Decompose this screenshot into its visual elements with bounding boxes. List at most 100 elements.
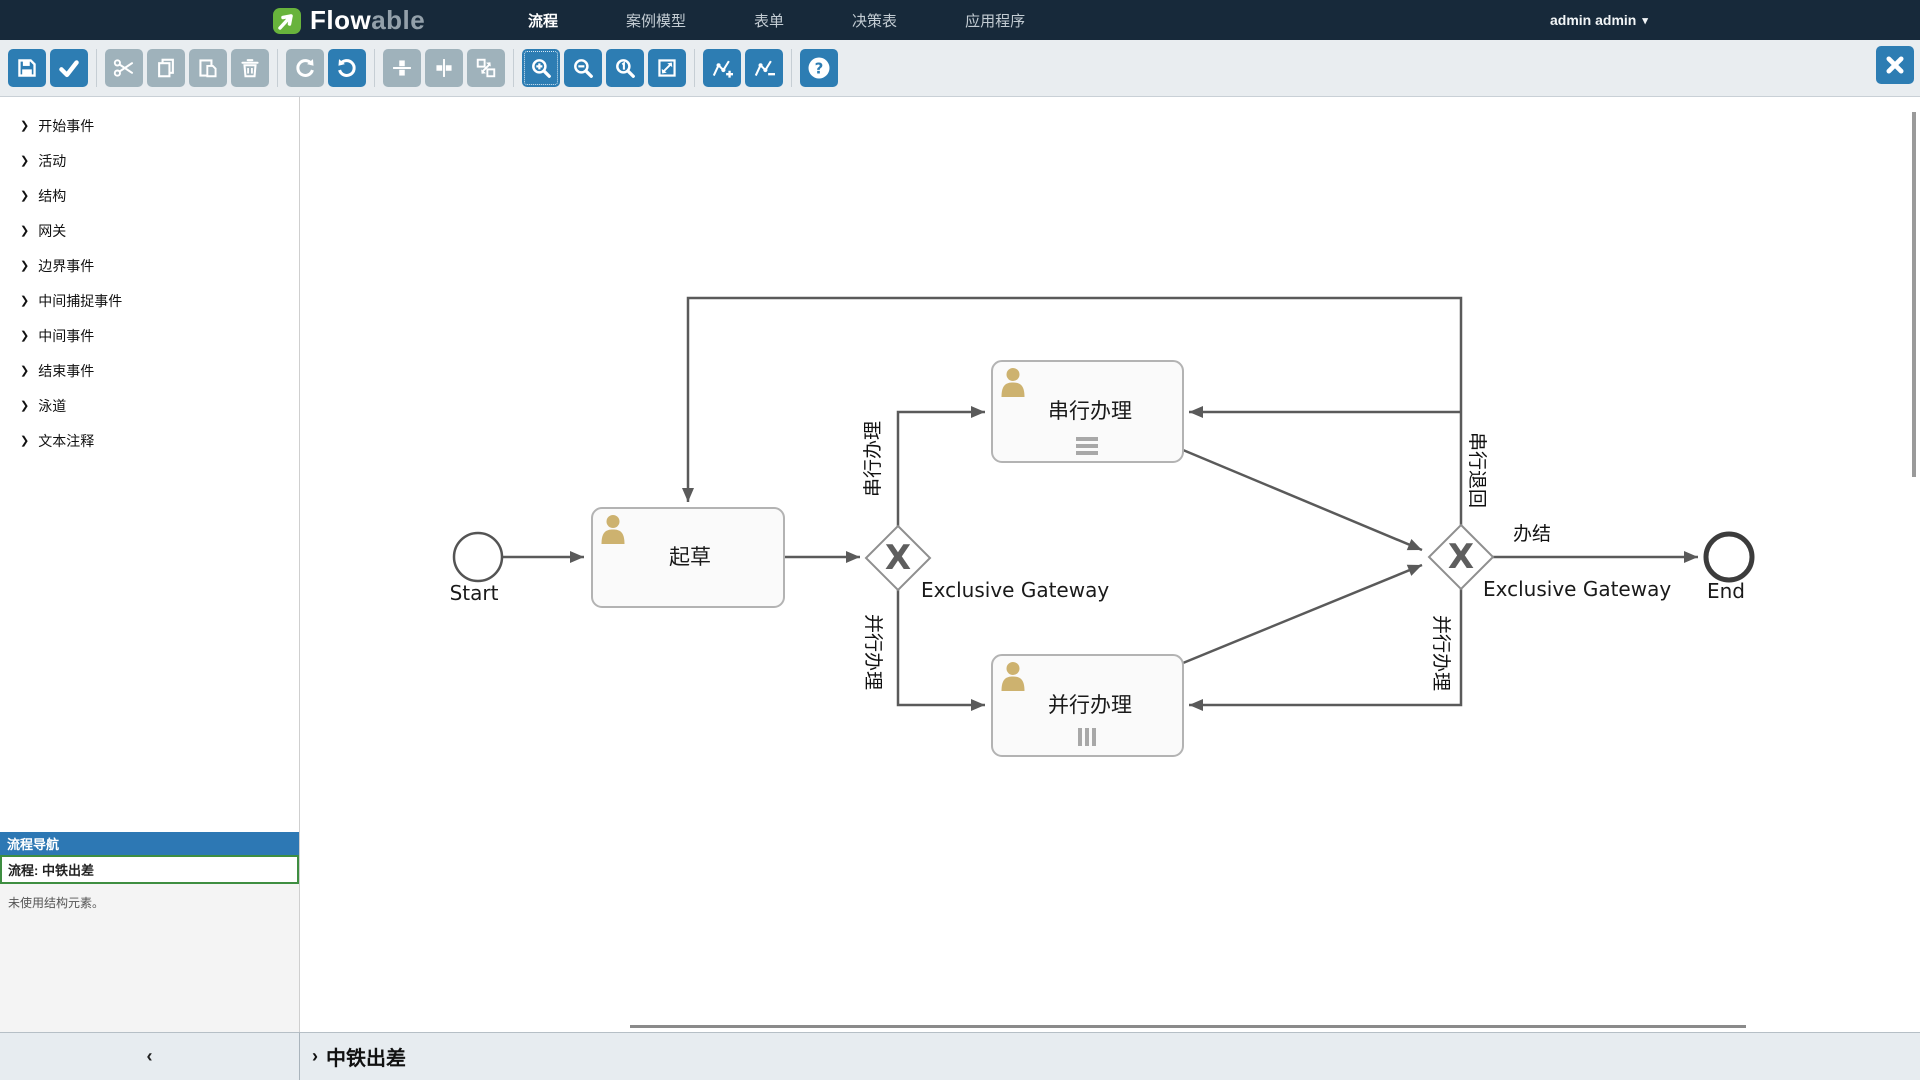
delete-button[interactable] [231,49,269,87]
flow-gateway1-to-parallel[interactable] [898,590,985,705]
vertical-scrollbar[interactable] [1912,112,1916,477]
brand-flow: Flow [310,5,371,35]
flow-gateway1-to-serial[interactable] [898,412,985,526]
top-navbar: Flowable 流程 案例模型 表单 决策表 应用程序 admin admin… [0,0,1920,40]
zoom-actual-button[interactable] [606,49,644,87]
end-event[interactable] [1706,534,1752,580]
save-icon [16,57,38,79]
remove-bendpoint-icon [753,57,775,79]
chevron-right-icon: ❯ [20,329,29,342]
copy-icon [155,57,177,79]
flow-redo-to-parallel[interactable] [1189,589,1461,705]
remove-bendpoint-button[interactable] [745,49,783,87]
chevron-right-icon: ❯ [20,434,29,447]
chevron-right-icon: ❯ [20,399,29,412]
palette-group-end-events[interactable]: ❯ 结束事件 [0,353,299,388]
save-button[interactable] [8,49,46,87]
align-center-button[interactable] [425,49,463,87]
close-icon [1884,54,1906,76]
palette-group-intermediate-catching-events[interactable]: ❯ 中间捕捉事件 [0,283,299,318]
palette-group-label: 中间捕捉事件 [38,291,122,311]
paste-button[interactable] [189,49,227,87]
toolbar-separator [277,49,278,87]
process-navigator-header: 流程导航 [0,832,299,855]
sequential-multi-instance-icon [1076,437,1098,455]
process-title-bar: › 中铁出差 [300,1032,1920,1080]
chevron-right-icon: ❯ [20,294,29,307]
validate-button[interactable] [50,49,88,87]
nav-item-apps[interactable]: 应用程序 [965,0,1025,40]
nav-item-case-models[interactable]: 案例模型 [626,0,686,40]
chevron-right-icon: ❯ [20,154,29,167]
palette-group-activities[interactable]: ❯ 活动 [0,143,299,178]
check-icon [58,57,80,79]
collapse-sidebar-button[interactable]: ‹ [147,1046,153,1067]
task-draft-label: 起草 [669,545,711,569]
edge-label-finish: 办结 [1513,523,1551,545]
paste-icon [197,57,219,79]
chevron-right-icon: ❯ [20,189,29,202]
task-serial-label: 串行办理 [1048,399,1132,423]
help-icon: ? [807,56,831,80]
palette-group-intermediate-events[interactable]: ❯ 中间事件 [0,318,299,353]
add-bendpoint-button[interactable] [703,49,741,87]
chevron-right-icon: ❯ [20,119,29,132]
toolbar-separator [694,49,695,87]
user-menu[interactable]: admin admin ▾ [1550,0,1648,40]
edge-label-serial-return: 串行退回 [1466,432,1488,508]
same-size-icon [475,57,497,79]
edge-label-to-serial: 串行办理 [862,421,884,497]
align-middle-icon [391,57,413,79]
shape-palette: ❯ 开始事件 ❯ 活动 ❯ 结构 ❯ 网关 ❯ 边界事件 ❯ 中间捕捉事件 ❯ … [0,97,299,458]
nav-item-processes[interactable]: 流程 [528,0,558,40]
process-title: 中铁出差 [326,1042,406,1071]
brand-text: Flowable [310,5,425,36]
palette-group-label: 结束事件 [38,361,94,381]
start-event-label: Start [450,581,499,605]
palette-group-text-annotation[interactable]: ❯ 文本注释 [0,423,299,458]
copy-button[interactable] [147,49,185,87]
palette-group-label: 结构 [38,186,66,206]
palette-group-start-events[interactable]: ❯ 开始事件 [0,108,299,143]
help-button[interactable]: ? [800,49,838,87]
cut-button[interactable] [105,49,143,87]
start-event[interactable] [454,533,502,581]
undo-button[interactable] [328,49,366,87]
zoom-fit-button[interactable] [648,49,686,87]
toolbar-separator [96,49,97,87]
same-size-button[interactable] [467,49,505,87]
palette-group-label: 活动 [38,151,66,171]
toolbar-separator [513,49,514,87]
gateway2-label: Exclusive Gateway [1483,577,1671,601]
zoom-actual-icon [614,57,636,79]
end-event-label: End [1707,579,1745,603]
palette-sidebar: ❯ 开始事件 ❯ 活动 ❯ 结构 ❯ 网关 ❯ 边界事件 ❯ 中间捕捉事件 ❯ … [0,97,300,1032]
close-editor-button[interactable] [1876,46,1914,84]
gateway2-x-icon: X [1448,537,1474,577]
chevron-right-icon[interactable]: › [312,1046,318,1067]
process-navigator-current[interactable]: 流程: 中铁出差 [0,855,299,884]
redo-icon [294,57,316,79]
palette-group-swimlanes[interactable]: ❯ 泳道 [0,388,299,423]
zoom-fit-icon [656,57,678,79]
palette-group-structural[interactable]: ❯ 结构 [0,178,299,213]
redo-button[interactable] [286,49,324,87]
undo-icon [336,57,358,79]
nav-item-forms[interactable]: 表单 [754,0,784,40]
gateway1-x-icon: X [885,538,911,578]
palette-group-boundary-events[interactable]: ❯ 边界事件 [0,248,299,283]
add-bendpoint-icon [711,57,733,79]
align-center-icon [433,57,455,79]
zoom-in-button[interactable] [522,49,560,87]
palette-group-label: 文本注释 [38,431,94,451]
palette-group-label: 开始事件 [38,116,94,136]
toolbar-separator [374,49,375,87]
palette-group-gateways[interactable]: ❯ 网关 [0,213,299,248]
align-middle-button[interactable] [383,49,421,87]
horizontal-scrollbar[interactable] [630,1025,1746,1028]
flow-serial-to-gateway2[interactable] [1183,450,1422,550]
nav-item-decision-tables[interactable]: 决策表 [852,0,897,40]
zoom-out-button[interactable] [564,49,602,87]
flow-parallel-to-gateway2[interactable] [1183,565,1422,663]
chevron-right-icon: ❯ [20,364,29,377]
